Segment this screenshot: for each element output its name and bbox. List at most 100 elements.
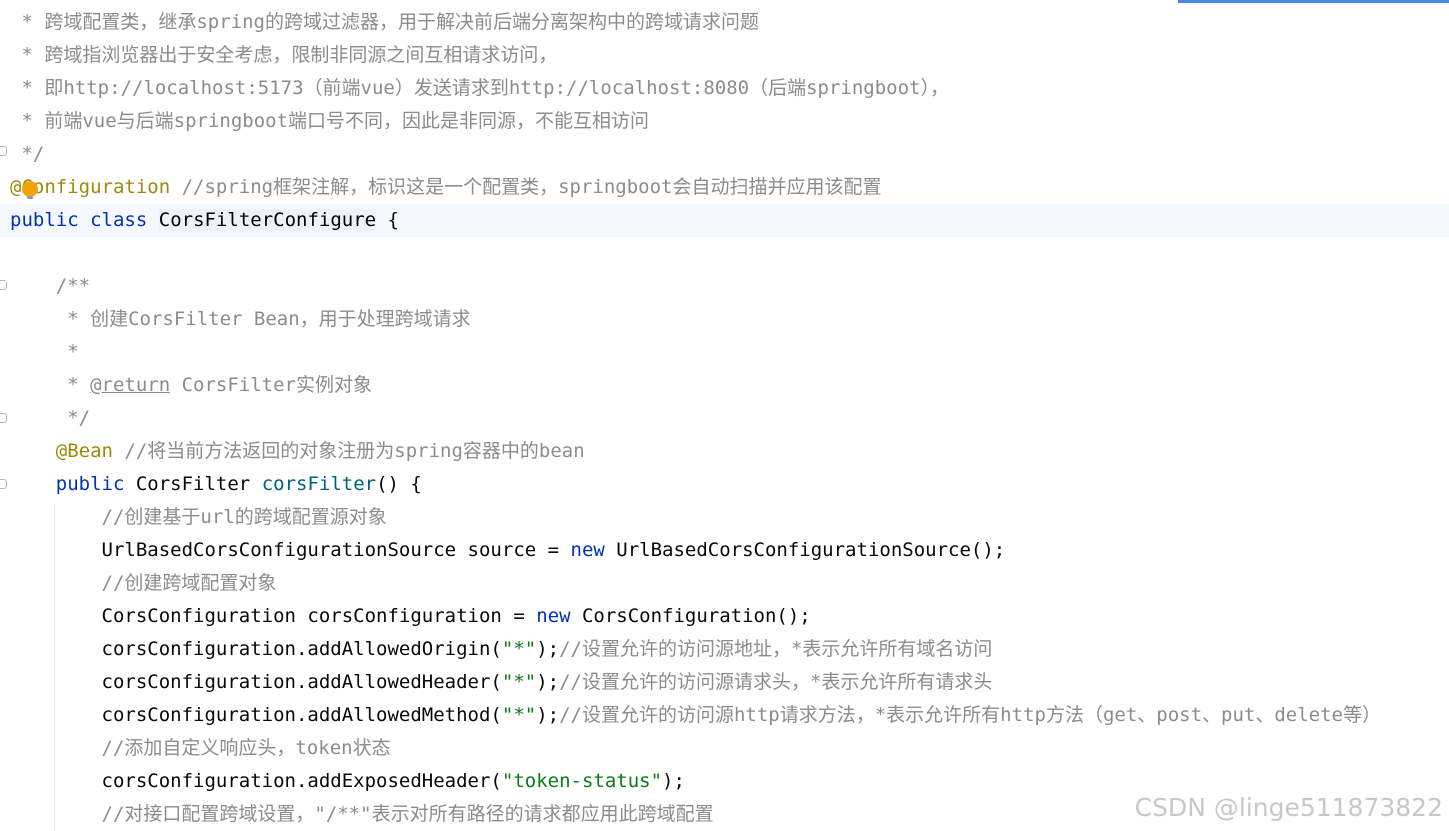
code-text: corsConfiguration.addAllowedMethod("*");…: [10, 699, 1381, 732]
code-line[interactable]: corsConfiguration.addAllowedMethod("*");…: [0, 699, 1449, 732]
code-token: "token-status": [501, 770, 663, 792]
code-token: */: [10, 407, 91, 429]
code-token: "*": [501, 671, 537, 693]
code-line[interactable]: //添加自定义响应头，token状态: [0, 732, 1449, 765]
code-editor[interactable]: * 跨域配置类，继承spring的跨域过滤器，用于解决前后端分离架构中的跨域请求…: [0, 0, 1449, 830]
code-token: /**: [10, 275, 91, 297]
code-line[interactable]: public class CorsFilterConfigure {: [0, 204, 1449, 237]
code-text: public CorsFilter corsFilter() {: [10, 468, 422, 501]
code-token: //对接口配置跨域设置，"/**"表示对所有路径的请求都应用此跨域配置: [10, 803, 714, 825]
code-token: //将当前方法返回的对象注册为spring容器中的bean: [112, 440, 585, 462]
code-token: //spring框架注解，标识这是一个配置类，springboot会自动扫描并应…: [170, 176, 882, 198]
code-token: corsFilter: [261, 473, 377, 495]
fold-marker-icon[interactable]: [0, 146, 7, 156]
code-text: //创建跨域配置对象: [10, 567, 277, 600]
code-line[interactable]: //创建跨域配置对象: [0, 567, 1449, 600]
code-line[interactable]: * 创建CorsFilter Bean，用于处理跨域请求: [0, 303, 1449, 336]
code-token: );: [536, 638, 560, 660]
code-token: corsConfiguration.addAllowedOrigin(: [10, 638, 502, 660]
code-token: class: [90, 209, 148, 231]
code-token: new: [536, 605, 571, 627]
code-text: corsConfiguration.addAllowedHeader("*");…: [10, 666, 993, 699]
code-token: */: [10, 143, 45, 165]
code-line[interactable]: */: [0, 138, 1449, 171]
code-line[interactable]: * 跨域指浏览器出于安全考虑，限制非同源之间互相请求访问，: [0, 39, 1449, 72]
code-token: * 跨域指浏览器出于安全考虑，限制非同源之间互相请求访问，: [10, 44, 558, 66]
code-token: CorsFilter实例对象: [170, 374, 372, 396]
code-line[interactable]: corsConfiguration.addAllowedHeader("*");…: [0, 666, 1449, 699]
code-token: );: [662, 770, 685, 792]
code-token: * 跨域配置类，继承spring的跨域过滤器，用于解决前后端分离架构中的跨域请求…: [10, 11, 759, 33]
code-text: * 跨域指浏览器出于安全考虑，限制非同源之间互相请求访问，: [10, 39, 557, 72]
code-token: corsConfiguration.addAllowedHeader(: [10, 671, 502, 693]
code-token: new: [570, 539, 605, 561]
code-text: * 跨域配置类，继承spring的跨域过滤器，用于解决前后端分离架构中的跨域请求…: [10, 6, 759, 39]
code-token: CorsFilter: [124, 473, 262, 495]
code-text: //添加自定义响应头，token状态: [10, 732, 391, 765]
code-token: CorsConfiguration();: [570, 605, 811, 627]
code-line[interactable]: UrlBasedCorsConfigurationSource source =…: [0, 534, 1449, 567]
code-text: UrlBasedCorsConfigurationSource source =…: [10, 534, 1006, 567]
code-token: UrlBasedCorsConfigurationSource();: [604, 539, 1006, 561]
code-text: corsConfiguration.addAllowedOrigin("*");…: [10, 633, 993, 666]
code-token: //添加自定义响应头，token状态: [10, 737, 391, 759]
lightbulb-icon[interactable]: [22, 181, 38, 199]
code-text: /**: [10, 270, 90, 303]
code-text: //创建基于url的跨域配置源对象: [10, 501, 387, 534]
indent-guide: [54, 504, 55, 830]
code-text: * 前端vue与后端springboot端口号不同，因此是非同源，不能互相访问: [10, 105, 649, 138]
code-text: @Configuration //spring框架注解，标识这是一个配置类，sp…: [10, 171, 882, 204]
code-text: */: [10, 138, 44, 171]
code-text: corsConfiguration.addExposedHeader("toke…: [10, 765, 685, 798]
code-token: @Bean: [55, 440, 113, 462]
code-line[interactable]: * @return CorsFilter实例对象: [0, 369, 1449, 402]
code-token: );: [536, 704, 560, 726]
code-line[interactable]: [0, 237, 1449, 270]
code-token: corsConfiguration.addAllowedMethod(: [10, 704, 502, 726]
code-line[interactable]: @Bean //将当前方法返回的对象注册为spring容器中的bean: [0, 435, 1449, 468]
fold-marker-icon[interactable]: [0, 413, 7, 423]
code-line[interactable]: * 即http://localhost:5173（前端vue）发送请求到http…: [0, 72, 1449, 105]
code-token: {: [376, 209, 399, 231]
code-line[interactable]: //创建基于url的跨域配置源对象: [0, 501, 1449, 534]
code-text: *: [10, 336, 79, 369]
editor-tab-strip: [1178, 0, 1449, 3]
code-token: @return: [90, 374, 171, 396]
code-token: public: [10, 209, 79, 231]
watermark: CSDN @linge511873822: [1134, 793, 1443, 822]
code-token: //创建跨域配置对象: [10, 572, 277, 594]
code-token: //设置允许的访问源请求头，*表示允许所有请求头: [559, 671, 993, 693]
code-line[interactable]: */: [0, 402, 1449, 435]
code-token: * 即http://localhost:5173（前端vue）发送请求到http…: [10, 77, 949, 99]
code-line[interactable]: * 前端vue与后端springboot端口号不同，因此是非同源，不能互相访问: [0, 105, 1449, 138]
fold-marker-icon[interactable]: [0, 479, 7, 489]
code-text: @Bean //将当前方法返回的对象注册为spring容器中的bean: [10, 435, 585, 468]
fold-marker-icon[interactable]: [0, 280, 7, 290]
code-text: public class CorsFilterConfigure {: [10, 204, 399, 237]
code-token: UrlBasedCorsConfigurationSource source =: [10, 539, 571, 561]
code-token: //设置允许的访问源地址，*表示允许所有域名访问: [559, 638, 993, 660]
code-line[interactable]: * 跨域配置类，继承spring的跨域过滤器，用于解决前后端分离架构中的跨域请求…: [0, 6, 1449, 39]
code-line[interactable]: public CorsFilter corsFilter() {: [0, 468, 1449, 501]
code-line[interactable]: @Configuration //spring框架注解，标识这是一个配置类，sp…: [0, 171, 1449, 204]
code-token: CorsFilterConfigure: [158, 209, 377, 231]
code-line[interactable]: /**: [0, 270, 1449, 303]
code-text: * 即http://localhost:5173（前端vue）发送请求到http…: [10, 72, 949, 105]
code-token: "*": [501, 638, 537, 660]
code-token: public: [55, 473, 125, 495]
code-line[interactable]: corsConfiguration.addAllowedOrigin("*");…: [0, 633, 1449, 666]
code-token: //创建基于url的跨域配置源对象: [10, 506, 387, 528]
code-text: CorsConfiguration corsConfiguration = ne…: [10, 600, 811, 633]
code-line[interactable]: *: [0, 336, 1449, 369]
code-token: * 创建CorsFilter Bean，用于处理跨域请求: [10, 308, 471, 330]
code-token: *: [10, 341, 79, 363]
code-token: corsConfiguration.addExposedHeader(: [10, 770, 502, 792]
code-text: * 创建CorsFilter Bean，用于处理跨域请求: [10, 303, 471, 336]
code-text: //对接口配置跨域设置，"/**"表示对所有路径的请求都应用此跨域配置: [10, 798, 714, 831]
code-line[interactable]: CorsConfiguration corsConfiguration = ne…: [0, 600, 1449, 633]
code-token: * 前端vue与后端springboot端口号不同，因此是非同源，不能互相访问: [10, 110, 650, 132]
